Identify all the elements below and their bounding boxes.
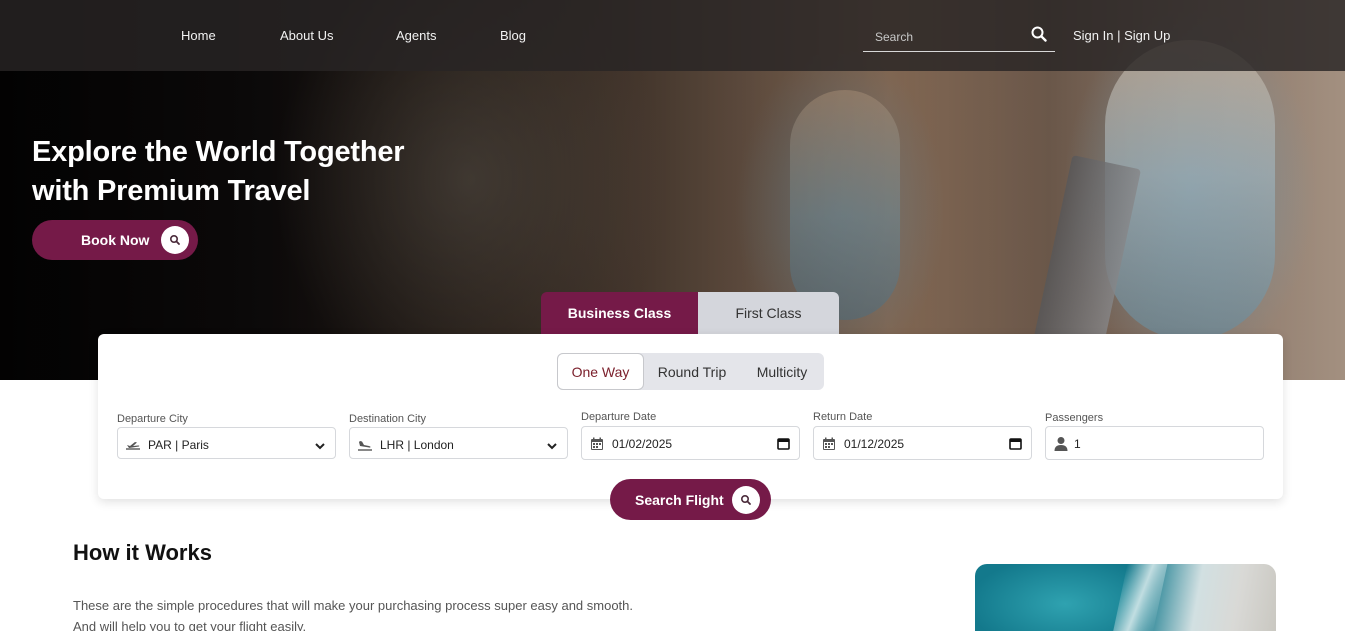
destination-city-value: LHR | London bbox=[380, 438, 454, 452]
plane-takeoff-icon bbox=[125, 437, 141, 453]
return-date-value: 01/12/2025 bbox=[844, 437, 905, 451]
trip-round-trip[interactable]: Round Trip bbox=[644, 353, 740, 390]
destination-city-select[interactable]: LHR | London bbox=[349, 427, 568, 459]
calendar-picker-icon[interactable] bbox=[777, 437, 790, 450]
destination-city-label: Destination City bbox=[349, 413, 427, 425]
book-now-label: Book Now bbox=[81, 232, 150, 248]
how-it-works-description: These are the simple procedures that wil… bbox=[73, 598, 634, 631]
return-date-input[interactable]: 01/12/2025 bbox=[813, 426, 1032, 460]
passengers-input[interactable]: 1 bbox=[1045, 426, 1264, 460]
chevron-down-icon bbox=[314, 439, 326, 451]
return-date-label: Return Date bbox=[813, 411, 873, 423]
top-navbar: Home About Us Agents Blog Sign In | Sign… bbox=[0, 0, 1345, 71]
trip-multicity[interactable]: Multicity bbox=[740, 353, 824, 390]
nav-link-home[interactable]: Home bbox=[181, 28, 216, 43]
sign-in-sign-up-link[interactable]: Sign In | Sign Up bbox=[1073, 28, 1170, 43]
search-flight-button[interactable]: Search Flight bbox=[610, 479, 771, 520]
departure-city-select[interactable]: PAR | Paris bbox=[117, 427, 336, 459]
nav-search bbox=[863, 22, 1055, 52]
passengers-label: Passengers bbox=[1045, 412, 1104, 424]
search-input[interactable] bbox=[875, 28, 1025, 46]
book-now-button[interactable]: Book Now bbox=[32, 220, 198, 260]
how-it-works-heading: How it Works bbox=[73, 540, 212, 565]
calendar-icon bbox=[589, 436, 605, 452]
calendar-picker-icon[interactable] bbox=[1009, 437, 1022, 450]
departure-date-input[interactable]: 01/02/2025 bbox=[581, 426, 800, 460]
hero-title: Explore the World Together with Premium … bbox=[32, 133, 452, 211]
nav-link-agents[interactable]: Agents bbox=[396, 28, 436, 43]
search-flight-label: Search Flight bbox=[635, 492, 724, 508]
nav-link-blog[interactable]: Blog bbox=[500, 28, 526, 43]
hero-title-line-1: Explore the World Together bbox=[32, 136, 405, 168]
departure-city-label: Departure City bbox=[117, 413, 188, 425]
chevron-down-icon bbox=[546, 439, 558, 451]
page: Home About Us Agents Blog Sign In | Sign… bbox=[0, 0, 1345, 631]
passengers-value: 1 bbox=[1074, 437, 1081, 451]
flight-search-card: One Way Round Trip Multicity Departure C… bbox=[98, 334, 1283, 499]
tab-business-class[interactable]: Business Class bbox=[541, 292, 698, 334]
user-icon bbox=[1053, 436, 1069, 452]
search-icon bbox=[732, 486, 760, 514]
nav-link-about-us[interactable]: About Us bbox=[280, 28, 333, 43]
hero-title-line-2: with Premium Travel bbox=[32, 175, 311, 207]
trip-type-toggle: One Way Round Trip Multicity bbox=[557, 353, 824, 390]
departure-city-value: PAR | Paris bbox=[148, 438, 209, 452]
tab-first-class[interactable]: First Class bbox=[698, 292, 839, 334]
search-icon bbox=[161, 226, 189, 254]
trip-one-way[interactable]: One Way bbox=[557, 353, 644, 390]
search-icon[interactable] bbox=[1031, 26, 1047, 42]
departure-date-label: Departure Date bbox=[581, 411, 657, 423]
plane-landing-icon bbox=[357, 437, 373, 453]
departure-date-value: 01/02/2025 bbox=[612, 437, 673, 451]
calendar-icon bbox=[821, 436, 837, 452]
